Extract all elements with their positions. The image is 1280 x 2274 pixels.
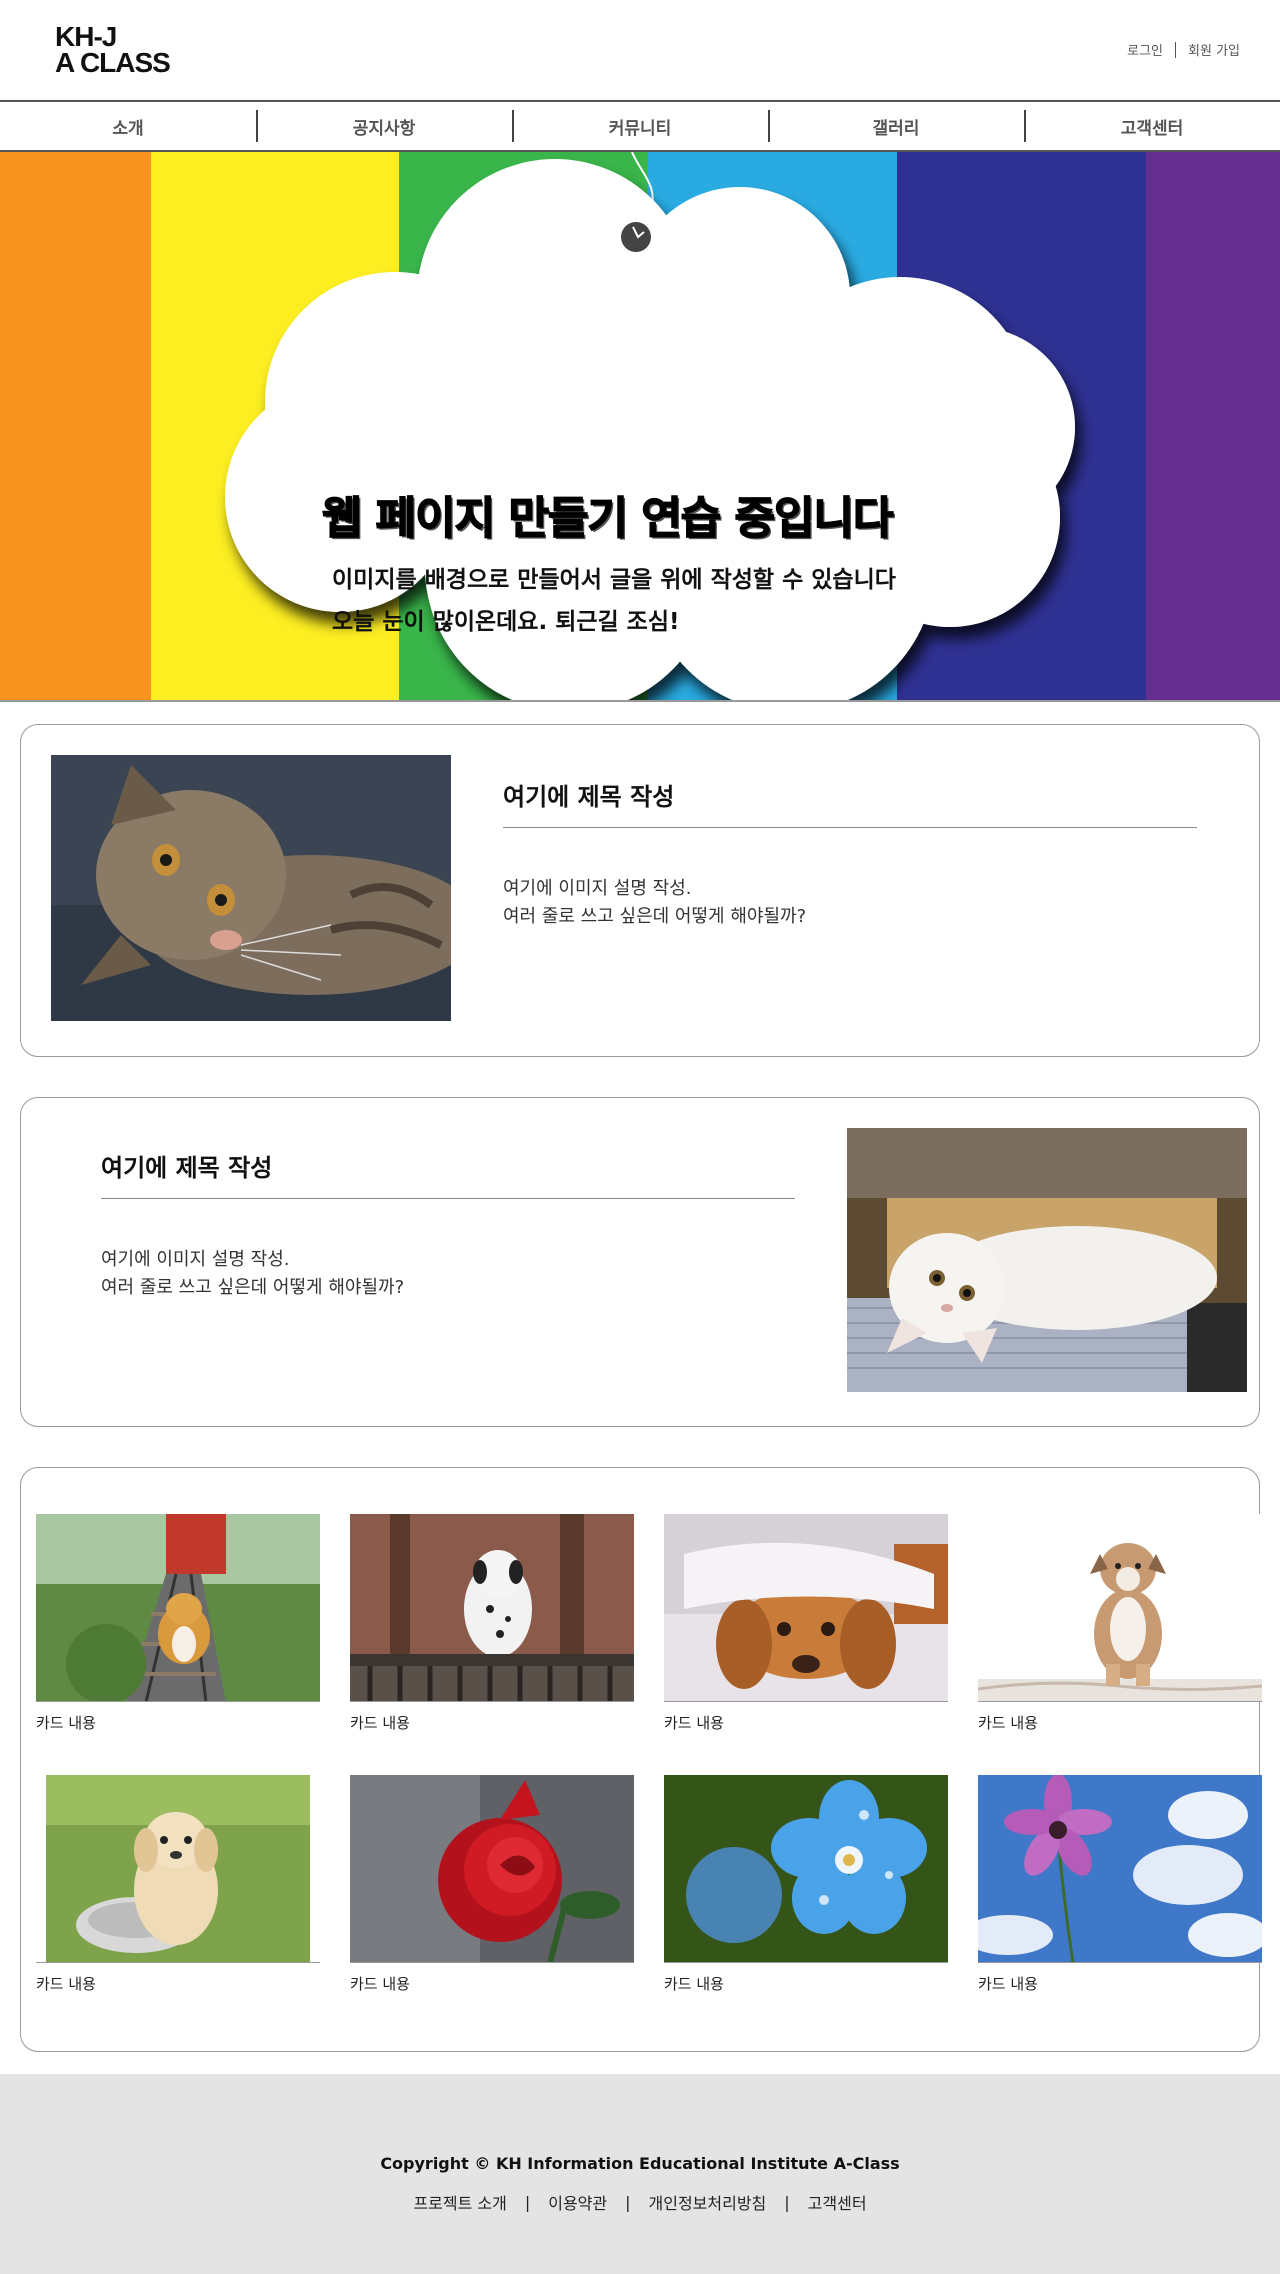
feature-card-1: 여기에 제목 작성 여기에 이미지 설명 작성. 여러 줄로 쓰고 싶은데 어떻… (20, 724, 1260, 1057)
nav-item-notice[interactable]: 공지사항 (256, 109, 512, 142)
feature-2-divider (101, 1198, 795, 1199)
auth-divider (1175, 41, 1177, 58)
gallery-card[interactable]: 카드 내용 (978, 1775, 1262, 1994)
feature-2-desc-line-1: 여기에 이미지 설명 작성. (101, 1249, 290, 1270)
dalmatian-image (350, 1514, 634, 1702)
golden-puppy-image (36, 1775, 320, 1963)
gallery-card[interactable]: 카드 내용 (350, 1775, 634, 1994)
card-text: 카드 내용 (350, 1975, 410, 1993)
card-text: 카드 내용 (350, 1714, 410, 1732)
nav-item-intro[interactable]: 소개 (0, 114, 256, 139)
auth-links: 로그인 회원 가입 (1127, 40, 1240, 59)
site-logo[interactable]: KH-J A CLASS (55, 23, 171, 78)
footer-link-terms[interactable]: 이용약관 (548, 2190, 607, 2214)
feature-2-desc-line-2: 여러 줄로 쓰고 싶은데 어떻게 해야될까? (101, 1277, 405, 1298)
footer-link-project[interactable]: 프로젝트 소개 (413, 2190, 506, 2214)
card-gallery: 카드 내용 카드 내용 카드 내용 카드 내용 카드 내용 카드 내용 카드 내… (20, 1467, 1262, 2052)
feature-1-divider (503, 827, 1197, 828)
blue-flower-image (664, 1775, 948, 1963)
pink-cosmos-image (978, 1775, 1262, 1963)
site-header: KH-J A CLASS 로그인 회원 가입 (0, 0, 1280, 100)
site-footer: Copyright © KH Information Educational I… (0, 2074, 1280, 2274)
feature-1-desc-line-1: 여기에 이미지 설명 작성. (503, 878, 692, 899)
gallery-card[interactable]: 카드 내용 (664, 1514, 948, 1733)
feature-card-2: 여기에 제목 작성 여기에 이미지 설명 작성. 여러 줄로 쓰고 싶은데 어떻… (20, 1097, 1260, 1427)
hero-title: 웹 페이지 만들기 연습 중입니다 (321, 492, 894, 545)
footer-links: 프로젝트 소개 | 이용약관 | 개인정보처리방침 | 고객센터 (0, 2190, 1280, 2214)
gallery-card[interactable]: 카드 내용 (350, 1514, 634, 1733)
gallery-card[interactable]: 카드 내용 (664, 1775, 948, 1994)
gallery-card[interactable]: 카드 내용 (978, 1514, 1262, 1733)
feature-1-title: 여기에 제목 작성 (503, 783, 675, 811)
card-text: 카드 내용 (664, 1975, 724, 1993)
bulldog-puppy-image (978, 1514, 1262, 1702)
white-kitten-image (847, 1128, 1247, 1392)
nav-item-community[interactable]: 커뮤니티 (512, 109, 768, 142)
card-text: 카드 내용 (978, 1714, 1038, 1732)
footer-link-privacy[interactable]: 개인정보처리방침 (649, 2190, 767, 2214)
feature-1-description: 여기에 이미지 설명 작성. 여러 줄로 쓰고 싶은데 어떻게 해야될까? (503, 875, 806, 931)
card-text: 카드 내용 (664, 1714, 724, 1732)
copyright-text: Copyright © KH Information Educational I… (380, 2154, 900, 2173)
footer-divider: | (524, 2192, 531, 2212)
feature-1-desc-line-2: 여러 줄로 쓰고 싶은데 어떻게 해야될까? (503, 906, 807, 927)
hero-subtitle-line-1: 이미지를 배경으로 만들어서 글을 위에 작성할 수 있습니다 (332, 567, 896, 593)
signup-link[interactable]: 회원 가입 (1188, 40, 1240, 59)
corgi-image (36, 1514, 320, 1702)
card-text: 카드 내용 (978, 1975, 1038, 1993)
main-nav: 소개 공지사항 커뮤니티 갤러리 고객센터 (0, 100, 1280, 152)
login-link[interactable]: 로그인 (1127, 40, 1163, 59)
nav-item-gallery[interactable]: 갤러리 (768, 109, 1024, 142)
hero-subtitle-line-2: 오늘 눈이 많이온데요. 퇴근길 조심! (332, 609, 680, 635)
footer-divider: | (625, 2192, 631, 2212)
nav-item-support[interactable]: 고객센터 (1024, 109, 1280, 142)
hero-banner: 웹 페이지 만들기 연습 중입니다 이미지를 배경으로 만들어서 글을 위에 작… (0, 152, 1280, 702)
feature-2-title: 여기에 제목 작성 (101, 1154, 273, 1182)
card-text: 카드 내용 (36, 1975, 96, 1993)
card-text: 카드 내용 (36, 1714, 96, 1732)
spaniel-image (664, 1514, 948, 1702)
footer-link-support[interactable]: 고객센터 (808, 2190, 867, 2214)
tabby-kitten-image (51, 755, 451, 1021)
feature-2-description: 여기에 이미지 설명 작성. 여러 줄로 쓰고 싶은데 어떻게 해야될까? (101, 1246, 404, 1302)
footer-divider: | (784, 2192, 790, 2212)
logo-line-2: A CLASS (55, 47, 171, 78)
gallery-card[interactable]: 카드 내용 (36, 1514, 320, 1733)
gallery-card[interactable]: 카드 내용 (36, 1775, 320, 1994)
red-rose-image (350, 1775, 634, 1963)
